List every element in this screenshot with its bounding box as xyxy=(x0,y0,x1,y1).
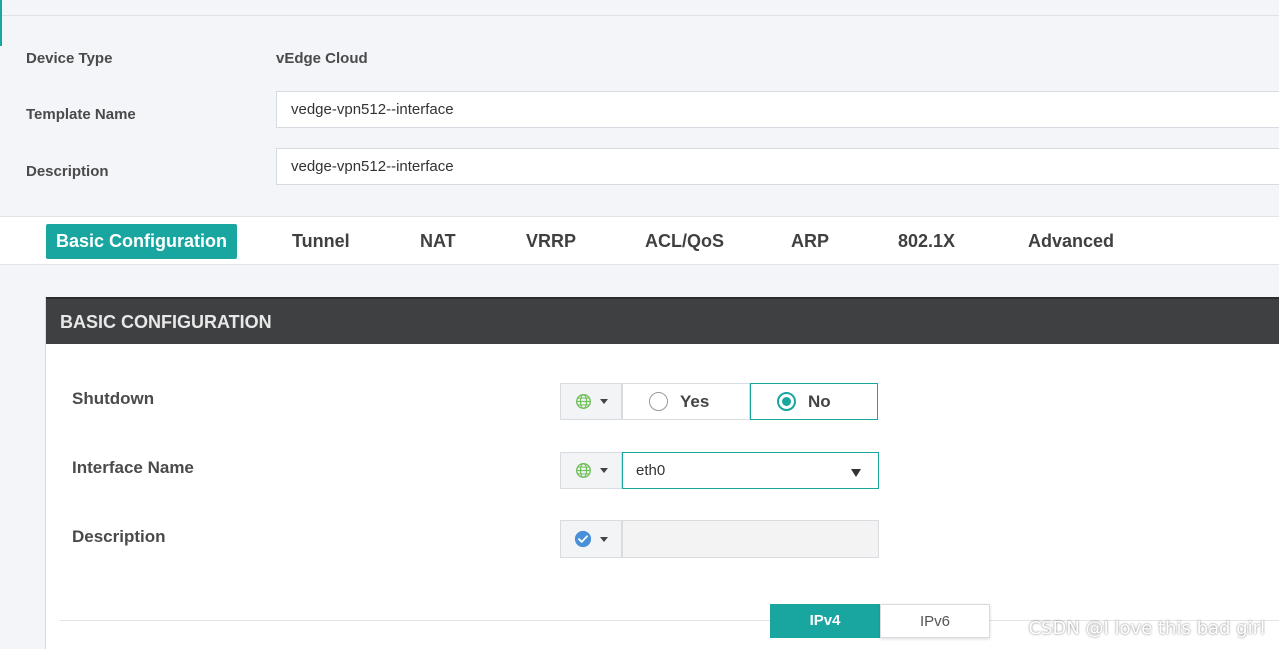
csdn-watermark: CSDN @I love this bad girl xyxy=(1028,618,1265,639)
globe-icon xyxy=(575,463,591,478)
interface-name-scope-dropdown[interactable] xyxy=(560,452,622,489)
shutdown-scope-dropdown[interactable] xyxy=(560,383,622,420)
tab-arp[interactable]: ARP xyxy=(791,224,829,259)
chevron-down-icon xyxy=(599,468,608,473)
panel-title: BASIC CONFIGURATION xyxy=(46,297,1279,344)
panel-description-label: Description xyxy=(72,527,166,546)
template-name-label: Template Name xyxy=(26,106,136,123)
description-input[interactable]: vedge-vpn512--interface xyxy=(276,148,1279,185)
left-accent-bar xyxy=(0,0,2,46)
shutdown-label: Shutdown xyxy=(72,389,155,408)
tab-bar: Basic Configuration Tunnel NAT VRRP ACL/… xyxy=(0,216,1279,265)
tab-802-1x[interactable]: 802.1X xyxy=(898,224,955,259)
shutdown-yes-label: Yes xyxy=(680,391,710,411)
ipv4-tab[interactable]: IPv4 xyxy=(770,604,880,638)
device-type-value: vEdge Cloud xyxy=(276,50,368,67)
interface-name-label: Interface Name xyxy=(72,458,194,477)
chevron-down-icon xyxy=(599,399,608,404)
description-scope-dropdown[interactable] xyxy=(560,520,622,558)
top-breadcrumb-strip xyxy=(0,0,1279,16)
panel-description-input[interactable] xyxy=(622,520,879,558)
template-name-input[interactable]: vedge-vpn512--interface xyxy=(276,91,1279,128)
shutdown-no-option[interactable]: No xyxy=(750,383,878,420)
ipv6-tab[interactable]: IPv6 xyxy=(880,604,990,638)
tab-vrrp[interactable]: VRRP xyxy=(526,224,576,259)
basic-configuration-panel: BASIC CONFIGURATION Shutdown Yes No Inte… xyxy=(45,297,1279,649)
device-type-label: Device Type xyxy=(26,50,113,67)
tab-nat[interactable]: NAT xyxy=(420,224,456,259)
interface-name-select[interactable]: eth0 xyxy=(622,452,879,489)
tab-acl-qos[interactable]: ACL/QoS xyxy=(645,224,724,259)
globe-icon xyxy=(575,394,591,409)
check-circle-icon xyxy=(574,530,592,548)
tab-tunnel[interactable]: Tunnel xyxy=(292,224,350,259)
dropdown-arrow-icon xyxy=(851,469,861,477)
description-label: Description xyxy=(26,163,109,180)
shutdown-no-label: No xyxy=(808,391,831,411)
shutdown-yes-option[interactable]: Yes xyxy=(622,383,750,420)
radio-checked-icon xyxy=(777,392,796,411)
radio-unchecked-icon xyxy=(649,392,668,411)
interface-name-value: eth0 xyxy=(636,462,666,479)
chevron-down-icon xyxy=(600,536,608,542)
tab-basic-configuration[interactable]: Basic Configuration xyxy=(46,224,238,259)
tab-advanced[interactable]: Advanced xyxy=(1028,224,1114,259)
